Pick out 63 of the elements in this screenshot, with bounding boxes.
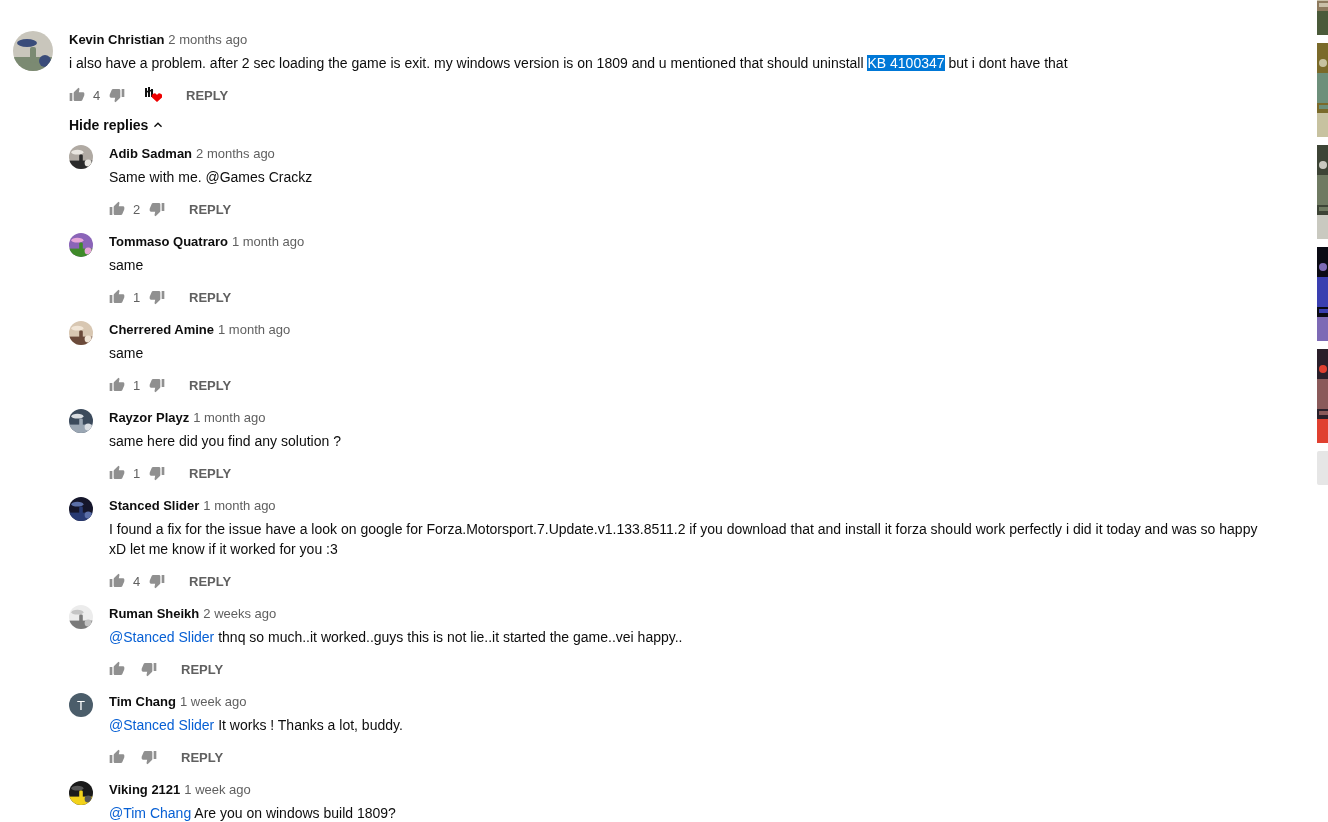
dislike-button[interactable]	[149, 201, 165, 217]
like-button[interactable]	[109, 573, 125, 589]
like-button[interactable]	[109, 465, 125, 481]
author-name[interactable]: Kevin Christian	[69, 31, 165, 49]
mention-link[interactable]: @Stanced Slider	[109, 629, 215, 645]
like-button[interactable]	[109, 289, 125, 305]
comment-text: @Tim Chang Are you on windows build 1809?	[109, 804, 397, 822]
comment-text: Same with me. @Games Crackz	[109, 168, 314, 187]
author-name[interactable]: Stanced Slider	[109, 497, 200, 515]
like-count: 1	[133, 465, 141, 481]
like-button[interactable]	[109, 661, 125, 677]
like-button[interactable]	[69, 87, 85, 103]
like-button[interactable]	[109, 201, 125, 217]
reply-button[interactable]: REPLY	[181, 749, 224, 765]
like-button[interactable]	[109, 377, 125, 393]
comment-time[interactable]: 2 months ago	[196, 145, 275, 163]
like-count: 4	[133, 573, 141, 589]
reply-button[interactable]: REPLY	[189, 377, 232, 393]
dislike-button[interactable]	[149, 377, 165, 393]
like-button[interactable]	[109, 749, 125, 765]
like-count: 4	[93, 87, 101, 103]
comment-text: same	[109, 256, 145, 275]
comment-text: I found a fix for the issue have a look on google for Forza.Motorsport.7.Update.v1.133.8511.2 if you download that and install it forza should work perfectly i did it today and was so happy xD let me know if it worked for you :3	[109, 520, 1259, 559]
like-count: 1	[133, 377, 141, 393]
reply-button[interactable]: REPLY	[189, 289, 232, 305]
dislike-button[interactable]	[141, 661, 157, 677]
comment-time[interactable]: 2 weeks ago	[203, 605, 277, 623]
author-name[interactable]: Viking 2121	[109, 781, 181, 799]
comment-time[interactable]: 1 month ago	[218, 321, 291, 339]
dislike-button[interactable]	[149, 573, 165, 589]
dislike-button[interactable]	[149, 465, 165, 481]
comment-text: @Stanced Slider thnq so much..it worked..guys this is not lie..it started the game..vei happy..	[109, 628, 684, 647]
comment-text: same here did you find any solution ?	[109, 432, 342, 451]
reply-button[interactable]: REPLY	[189, 201, 232, 217]
comment-text: i also have a problem. after 2 sec loading the game is exit. my windows version is on 1809 and u mentioned that should uninstall KB 4100347 but i dont have that	[69, 54, 1069, 73]
dislike-button[interactable]	[149, 289, 165, 305]
author-name[interactable]: Tim Chang	[109, 693, 176, 711]
comment-text: same	[109, 344, 145, 363]
comment-time[interactable]: 2 months ago	[168, 31, 248, 49]
like-count: 2	[133, 201, 141, 217]
reply-button[interactable]: REPLY	[186, 87, 229, 103]
comment-time[interactable]: 1 month ago	[203, 497, 276, 515]
mention-link[interactable]: @Stanced Slider	[109, 717, 215, 733]
like-count: 1	[133, 289, 141, 305]
author-name[interactable]: Tommaso Quatraro	[109, 233, 228, 251]
dislike-button[interactable]	[109, 87, 125, 103]
reply-button[interactable]: REPLY	[181, 661, 224, 677]
reply-button[interactable]: REPLY	[189, 573, 232, 589]
comment-time[interactable]: 1 month ago	[231, 233, 305, 251]
author-name[interactable]: Rayzor Playz	[109, 409, 190, 427]
author-name[interactable]: Ruman Sheikh	[109, 605, 200, 623]
comment-time[interactable]: 1 week ago	[184, 781, 251, 799]
reply-button[interactable]: REPLY	[189, 465, 232, 481]
comment-text: @Stanced Slider It works ! Thanks a lot, buddy.	[109, 716, 404, 735]
author-name[interactable]: Adib Sadman	[109, 145, 193, 163]
mention-link[interactable]: @Tim Chang	[109, 805, 192, 821]
comment-time[interactable]: 1 week ago	[179, 693, 247, 711]
author-name[interactable]: Cherrered Amine	[109, 321, 214, 339]
placeholder-tile	[1317, 451, 1328, 485]
avatar: T	[69, 693, 93, 717]
dislike-button[interactable]	[141, 749, 157, 765]
hide-replies-button[interactable]: Hide replies	[69, 115, 167, 135]
comment-time[interactable]: 1 month ago	[193, 409, 266, 427]
